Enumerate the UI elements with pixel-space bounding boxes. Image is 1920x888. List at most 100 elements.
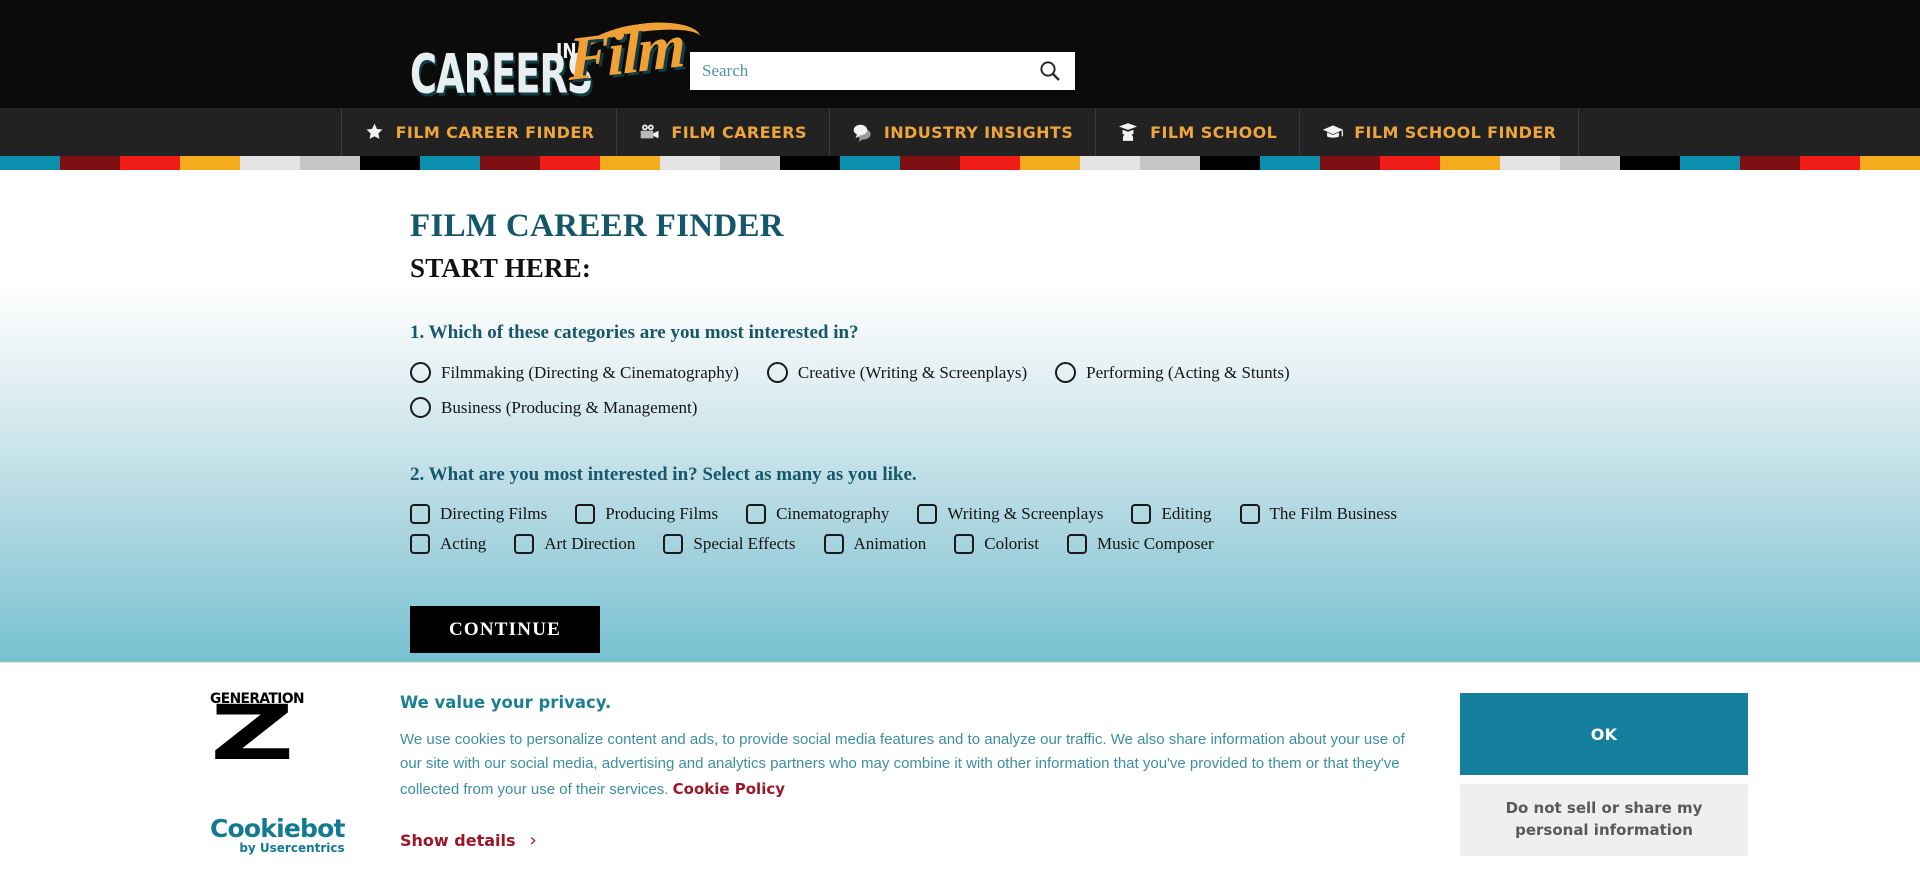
filmstrip-cell bbox=[1560, 156, 1620, 170]
q2-checkbox-option-9[interactable]: Animation bbox=[823, 534, 927, 554]
option-label: Creative (Writing & Screenplays) bbox=[797, 362, 1028, 382]
q2-checkbox-option-7[interactable]: Art Direction bbox=[514, 534, 635, 554]
filmstrip-cell bbox=[1860, 156, 1920, 170]
option-label: Colorist bbox=[984, 534, 1040, 553]
q2-checkbox-option-6[interactable]: Acting bbox=[410, 534, 486, 554]
filmstrip-cell bbox=[180, 156, 240, 170]
option-label: Producing Films bbox=[605, 504, 719, 523]
option-label: The Film Business bbox=[1269, 504, 1398, 523]
option-label: Filmmaking (Directing & Cinematography) bbox=[441, 362, 739, 382]
filmstrip-cell bbox=[1080, 156, 1140, 170]
radio-button-icon[interactable] bbox=[410, 397, 431, 418]
filmstrip-cell bbox=[360, 156, 420, 170]
q2-checkbox-option-4[interactable]: Editing bbox=[1131, 504, 1212, 524]
filmstrip-cell bbox=[480, 156, 540, 170]
filmstrip-cell bbox=[1620, 156, 1680, 170]
q2-checkbox-option-10[interactable]: Colorist bbox=[954, 534, 1039, 554]
q2-checkbox-option-5[interactable]: The Film Business bbox=[1239, 504, 1398, 524]
continue-button[interactable]: CONTINUE bbox=[410, 606, 600, 653]
nav-label: FILM CAREERS bbox=[671, 122, 807, 142]
cookiebot-logo: Cookiebot by Usercentrics bbox=[210, 814, 345, 855]
question-2-block: 2. What are you most interested in? Sele… bbox=[410, 464, 1510, 554]
filmstrip-cell bbox=[1380, 156, 1440, 170]
question-2-options-row-2: Acting Art Direction Special Effects Animat… bbox=[410, 534, 1510, 554]
checkbox-icon[interactable] bbox=[1239, 504, 1260, 524]
filmstrip-cell bbox=[660, 156, 720, 170]
q2-checkbox-option-1[interactable]: Producing Films bbox=[575, 504, 718, 524]
search-input[interactable] bbox=[702, 61, 1037, 81]
radio-button-icon[interactable] bbox=[410, 362, 431, 383]
filmstrip-cell bbox=[1680, 156, 1740, 170]
filmstrip-cell bbox=[420, 156, 480, 170]
nav-label: INDUSTRY INSIGHTS bbox=[883, 122, 1074, 142]
start-here-heading: START HERE: bbox=[410, 253, 592, 283]
q2-checkbox-option-11[interactable]: Music Composer bbox=[1067, 534, 1214, 554]
filmstrip-cell bbox=[840, 156, 900, 170]
cookie-consent-banner: GENERATION Z Cookiebot by Usercentrics W… bbox=[0, 662, 1920, 888]
filmstrip-cell bbox=[1020, 156, 1080, 170]
option-label: Animation bbox=[853, 534, 927, 553]
option-label: Directing Films bbox=[440, 504, 548, 523]
option-label: Writing & Screenplays bbox=[947, 504, 1104, 523]
q1-radio-option-1[interactable]: Creative (Writing & Screenplays) bbox=[766, 362, 1028, 383]
q2-checkbox-option-2[interactable]: Cinematography bbox=[746, 504, 889, 524]
filmstrip-cell bbox=[120, 156, 180, 170]
graduation-cap-icon bbox=[1322, 122, 1344, 142]
question-1-options-row-1: Filmmaking (Directing & Cinematography) C… bbox=[410, 362, 1510, 383]
q1-radio-option-2[interactable]: Performing (Acting & Stunts) bbox=[1055, 362, 1290, 383]
filmstrip-cell bbox=[1200, 156, 1260, 170]
q1-radio-option-3[interactable]: Business (Producing & Management) bbox=[410, 397, 697, 418]
nav-item-industry-insights[interactable]: INDUSTRY INSIGHTS bbox=[830, 108, 1097, 156]
filmstrip-cell bbox=[240, 156, 300, 170]
cookie-ok-button[interactable]: OK bbox=[1460, 693, 1748, 775]
filmstrip-decoration bbox=[0, 156, 1920, 170]
q2-checkbox-option-0[interactable]: Directing Films bbox=[410, 504, 547, 524]
checkbox-icon[interactable] bbox=[1067, 534, 1088, 554]
star-icon bbox=[364, 122, 386, 142]
checkbox-icon[interactable] bbox=[1131, 504, 1152, 524]
checkbox-icon[interactable] bbox=[410, 534, 430, 554]
nav-item-film-school-finder[interactable]: FILM SCHOOL FINDER bbox=[1300, 108, 1580, 156]
nav-item-film-careers[interactable]: FILM CAREERS bbox=[617, 108, 830, 156]
cookie-banner-body-text: We use cookies to personalize content an… bbox=[400, 731, 1405, 798]
search-box[interactable] bbox=[690, 52, 1075, 90]
graduate-icon bbox=[1118, 122, 1140, 142]
q2-checkbox-option-8[interactable]: Special Effects bbox=[663, 534, 796, 554]
option-label: Special Effects bbox=[693, 534, 796, 553]
cookie-banner-logos: GENERATION Z Cookiebot by Usercentrics bbox=[210, 691, 400, 855]
question-2-text: 2. What are you most interested in? Sele… bbox=[410, 464, 917, 485]
q2-checkbox-option-3[interactable]: Writing & Screenplays bbox=[917, 504, 1103, 524]
checkbox-icon[interactable] bbox=[823, 534, 844, 554]
checkbox-icon[interactable] bbox=[954, 534, 975, 554]
checkbox-icon[interactable] bbox=[746, 504, 767, 524]
option-label: Art Direction bbox=[544, 534, 636, 553]
cookie-banner-actions: OK Do not sell or share my personal info… bbox=[1460, 691, 1748, 856]
site-logo[interactable]: CAREERS IN Film bbox=[410, 12, 702, 106]
checkbox-icon[interactable] bbox=[663, 534, 684, 554]
option-label: Cinematography bbox=[776, 504, 890, 523]
generation-z-logo-letter: Z bbox=[210, 690, 295, 778]
search-submit-button[interactable] bbox=[1037, 58, 1063, 84]
nav-item-film-career-finder[interactable]: FILM CAREER FINDER bbox=[340, 108, 618, 156]
option-label: Acting bbox=[440, 534, 487, 553]
page-title: FILM CAREER FINDER bbox=[410, 208, 784, 244]
checkbox-icon[interactable] bbox=[575, 504, 596, 524]
show-details-button[interactable]: Show details › bbox=[400, 830, 537, 851]
cookie-policy-link[interactable]: Cookie Policy bbox=[673, 780, 785, 798]
filmstrip-cell bbox=[1740, 156, 1800, 170]
checkbox-icon[interactable] bbox=[917, 504, 938, 524]
speech-bubbles-icon bbox=[852, 122, 874, 142]
checkbox-icon[interactable] bbox=[410, 504, 430, 524]
radio-button-icon[interactable] bbox=[766, 362, 788, 383]
radio-button-icon[interactable] bbox=[1055, 362, 1077, 383]
do-not-sell-button[interactable]: Do not sell or share my personal informa… bbox=[1460, 784, 1748, 856]
cookie-banner-title: We value your privacy. bbox=[400, 693, 612, 712]
q1-radio-option-0[interactable]: Filmmaking (Directing & Cinematography) bbox=[410, 362, 739, 383]
main-content: FILM CAREER FINDER START HERE: 1. Which … bbox=[0, 170, 1920, 686]
nav-label: FILM CAREER FINDER bbox=[395, 122, 595, 142]
chevron-right-icon: › bbox=[529, 829, 537, 851]
checkbox-icon[interactable] bbox=[514, 534, 535, 554]
nav-item-film-school[interactable]: FILM SCHOOL bbox=[1096, 108, 1301, 156]
filmstrip-cell bbox=[720, 156, 780, 170]
cookie-banner-text-block: We value your privacy. We use cookies to… bbox=[400, 691, 1430, 851]
